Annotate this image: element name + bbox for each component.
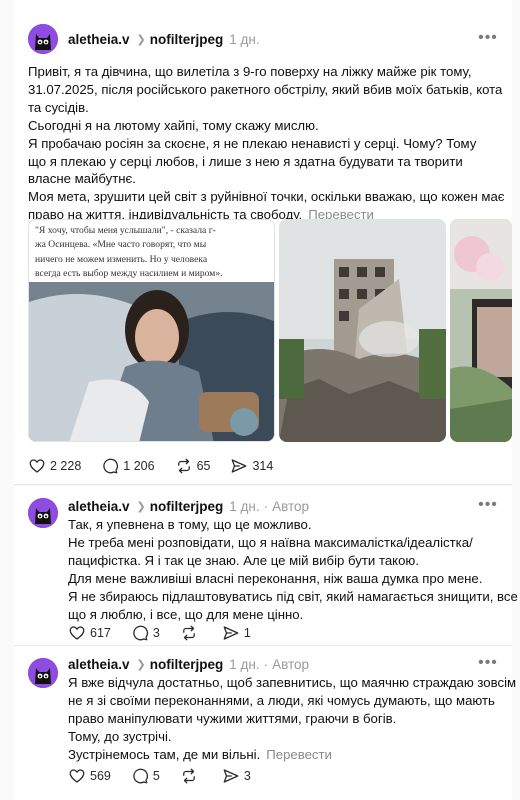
reply-line: Я вже відчула достатньо, щоб запевнитись…: [68, 675, 517, 690]
post-line: Моя мета, зрушити цей світ з руйнівної т…: [28, 189, 505, 205]
more-icon[interactable]: •••: [478, 655, 498, 672]
post-body: Привіт, я та дівчина, що вилетіла з 9-го…: [28, 63, 508, 224]
reply-button[interactable]: 5: [131, 767, 160, 785]
share-button[interactable]: 1: [222, 624, 251, 642]
avatar[interactable]: [28, 658, 58, 688]
cat-avatar-icon: [28, 498, 58, 528]
quote-line: ничего не можем изменить. Но у человека: [35, 253, 208, 265]
chevron-right-icon: ❯: [136, 500, 146, 513]
heart-icon: [69, 626, 85, 640]
more-icon[interactable]: •••: [478, 30, 498, 47]
main-post: aletheia.v ❯ nofilterjpeg 1 дн. ••• Прив…: [14, 0, 512, 485]
media-destroyed-building-photo[interactable]: [279, 219, 446, 442]
repost-count: 65: [196, 459, 211, 473]
reply-count: 3: [152, 626, 160, 640]
reply-line: Не треба мені розповідати, що я наївна м…: [68, 534, 473, 550]
author-badge: Автор: [272, 498, 310, 514]
hospital-portrait-photo: [29, 282, 274, 441]
heart-icon: [29, 459, 45, 473]
reply-body: Я вже відчула достатньо, щоб запевнитись…: [68, 674, 517, 764]
post-line: Привіт, я та дівчина, що вилетіла з 9-го…: [28, 64, 472, 79]
chevron-right-icon: ❯: [136, 33, 146, 46]
reply-line: Я не збираюсь підлаштовуватись під світ,…: [68, 588, 518, 604]
post-line: та сусідів.: [28, 99, 89, 115]
chevron-right-icon: ❯: [136, 658, 146, 671]
avatar[interactable]: [28, 24, 58, 54]
repost-button[interactable]: [180, 624, 202, 642]
share-count: 1: [243, 626, 251, 640]
share-icon: [232, 459, 247, 473]
post-line: що я плекаю у серці любов, і лише з нею …: [28, 153, 463, 169]
post-time: 1 дн.: [229, 498, 260, 514]
reply-line: Тому, до зустрічі.: [68, 728, 172, 744]
repost-button[interactable]: 65: [175, 457, 211, 475]
reply-body: Так, я упевнена в тому, що це можливо. Н…: [68, 516, 518, 623]
avatar[interactable]: [28, 498, 58, 528]
reply-actions: 569 5 3: [68, 767, 271, 785]
comment-icon: [133, 625, 148, 641]
reply-line: що я люблю, і все, що для мене цінно.: [68, 606, 304, 622]
share-button[interactable]: 314: [230, 457, 273, 475]
repost-icon: [182, 768, 195, 784]
reply-post: aletheia.v ❯ nofilterjpeg 1 дн. · Автор …: [14, 486, 518, 645]
translate-link[interactable]: Перевести: [266, 747, 332, 762]
reply-line: не я зі своїми переконаннями, а люди, як…: [68, 692, 495, 708]
share-count: 3: [243, 769, 251, 783]
building-photo: [279, 219, 446, 442]
share-icon: [223, 769, 239, 783]
like-button[interactable]: 2 228: [28, 457, 81, 475]
share-button[interactable]: 3: [222, 767, 251, 785]
like-count: 569: [90, 769, 111, 783]
threads-feed: aletheia.v ❯ nofilterjpeg 1 дн. ••• Прив…: [0, 0, 520, 800]
reply-count: 5: [152, 769, 160, 783]
post-line: Я пробачаю росіян за скоєне, я не плекаю…: [28, 135, 477, 151]
username[interactable]: aletheia.v: [68, 499, 130, 514]
quote-line: всегда есть выбор между насилием и миром…: [35, 267, 223, 279]
reply-count: 1 206: [123, 459, 155, 473]
username[interactable]: aletheia.v: [68, 657, 130, 672]
media-memorial-photo[interactable]: [450, 219, 512, 442]
topic-tag[interactable]: nofilterjpeg: [150, 499, 224, 514]
memorial-photo: [450, 219, 512, 442]
reply-line: Для мене важливіші власні переконання, н…: [68, 570, 483, 586]
cat-avatar-icon: [28, 24, 58, 54]
cat-avatar-icon: [28, 658, 58, 688]
topic-tag[interactable]: nofilterjpeg: [150, 657, 224, 672]
more-icon[interactable]: •••: [478, 497, 498, 514]
post-line: 31.07.2025, після російського ракетного …: [28, 81, 503, 97]
post-actions: 2 228 1 206 65 314: [28, 457, 293, 475]
reply-line: пацифістка. Я і так це знаю. Але це мій …: [68, 552, 419, 568]
share-icon: [223, 626, 239, 640]
reply-actions: 617 3 1: [68, 624, 271, 642]
heart-icon: [69, 769, 85, 783]
reply-post: aletheia.v ❯ nofilterjpeg 1 дн. · Автор …: [14, 645, 517, 800]
reply-line: Зустрінемось там, де ми вільні.: [68, 746, 261, 762]
like-count: 617: [90, 626, 111, 640]
repost-button[interactable]: [180, 767, 202, 785]
like-count: 2 228: [50, 459, 82, 473]
reply-button[interactable]: 1 206: [101, 457, 155, 475]
quote-line: "Я хочу, чтобы меня услышали", - сказала…: [35, 225, 216, 236]
topic-tag[interactable]: nofilterjpeg: [150, 32, 224, 47]
reply-button[interactable]: 3: [131, 624, 160, 642]
media-quote-image[interactable]: "Я хочу, чтобы меня услышали", - сказала…: [28, 219, 275, 442]
post-line: Сьогодні я на лютому хайпі, тому скажу м…: [28, 117, 319, 133]
comment-icon: [103, 458, 119, 474]
reply-line: право маніпулювати чужими життями, граюч…: [68, 710, 397, 726]
comment-icon: [133, 768, 148, 784]
repost-icon: [182, 625, 195, 641]
like-button[interactable]: 569: [68, 767, 111, 785]
post-time: 1 дн.: [229, 656, 260, 672]
author-badge: Автор: [272, 656, 310, 672]
repost-icon: [177, 458, 190, 474]
post-line: власне майбутнє.: [28, 171, 136, 187]
username[interactable]: aletheia.v: [68, 32, 130, 47]
like-button[interactable]: 617: [68, 624, 111, 642]
share-count: 314: [252, 459, 274, 473]
reply-line: Так, я упевнена в тому, що це можливо.: [68, 517, 312, 532]
post-time: 1 дн.: [229, 31, 260, 47]
quote-line: жа Осинцева. «Мне часто говорят, что мы: [35, 239, 207, 251]
